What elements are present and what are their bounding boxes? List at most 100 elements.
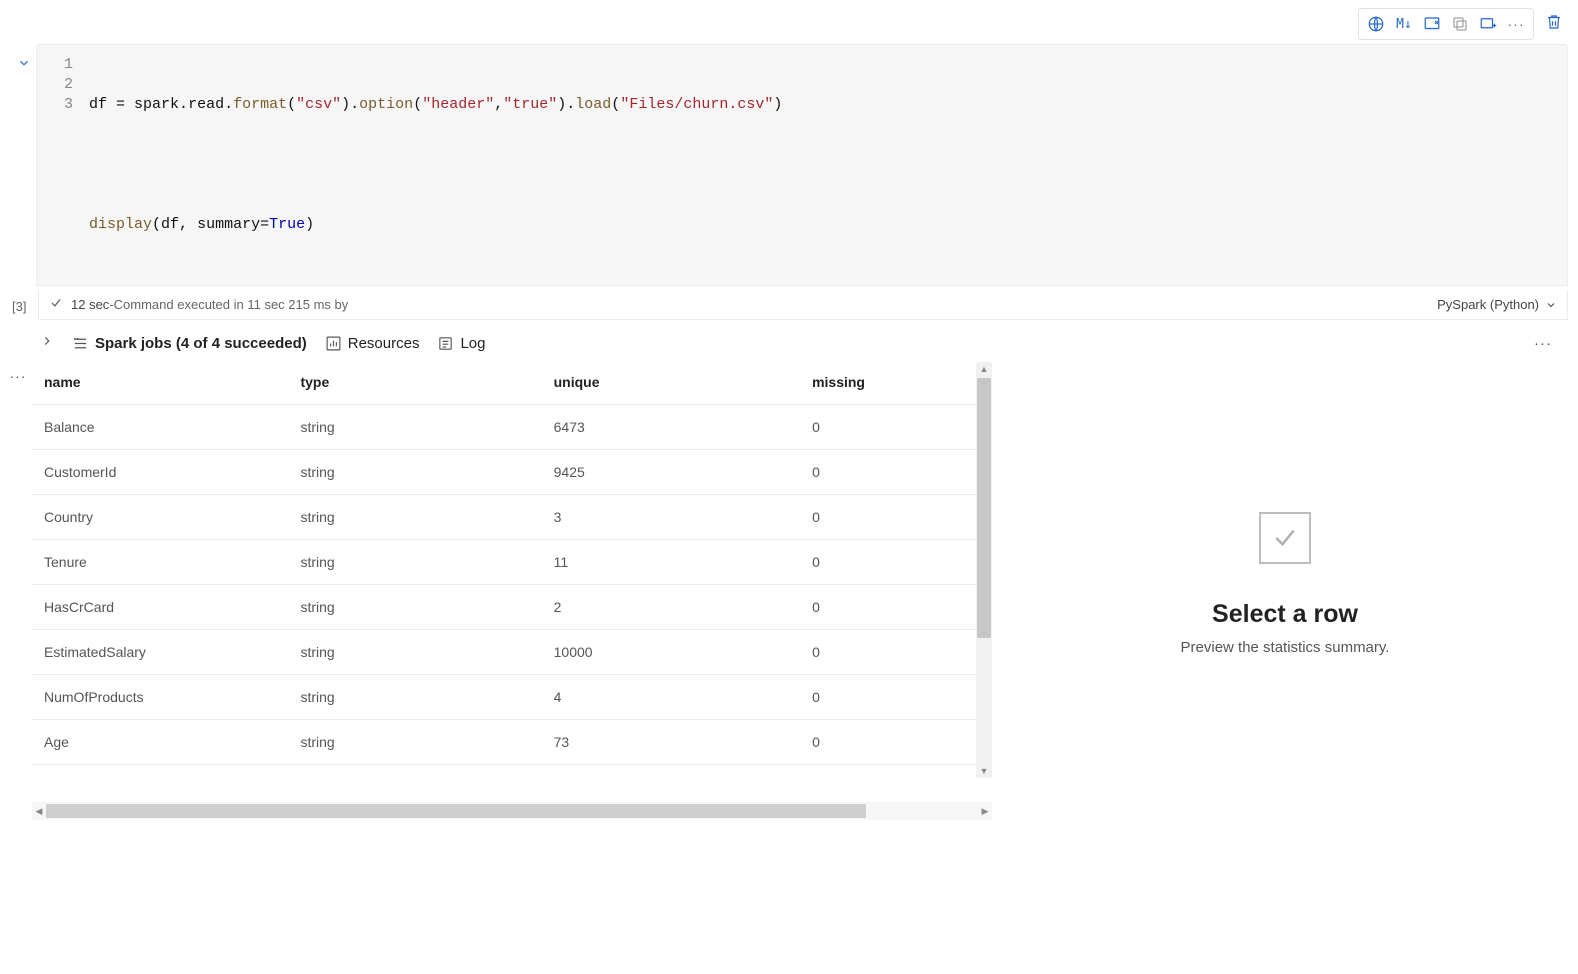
cell-unique: 10000 (544, 630, 802, 675)
table-row[interactable]: NumOfProductsstring40 (32, 675, 992, 720)
preview-subtitle: Preview the statistics summary. (1181, 639, 1390, 656)
cell-name: CustomerId (32, 450, 290, 495)
exec-message: Command executed in 11 sec 215 ms by (114, 297, 349, 312)
line-number: 2 (37, 75, 73, 95)
code-text: df = spark.read.format("csv").option("he… (89, 55, 1567, 275)
summary-table: name type unique missing Balancestring64… (32, 362, 992, 765)
cell-missing: 0 (802, 675, 992, 720)
horizontal-scrollbar[interactable]: ◀ ▶ (32, 802, 992, 820)
markdown-label: M↓ (1396, 17, 1412, 32)
table-row[interactable]: Agestring730 (32, 720, 992, 765)
success-check-icon (49, 296, 63, 313)
cell-unique: 2 (544, 585, 802, 630)
barchart-icon (325, 335, 342, 352)
convert-to-markdown-button[interactable]: M↓ (1393, 13, 1415, 35)
log-icon (437, 335, 454, 352)
cell-name: EstimatedSalary (32, 630, 290, 675)
horizontal-scroll-thumb[interactable] (46, 804, 866, 818)
cell-unique: 73 (544, 720, 802, 765)
more-actions-icon[interactable]: ··· (1505, 13, 1527, 35)
scroll-right-arrow-icon[interactable]: ▶ (978, 806, 992, 817)
language-label: PySpark (Python) (1437, 297, 1539, 312)
log-label: Log (460, 335, 485, 352)
cell-unique: 4 (544, 675, 802, 720)
preview-check-icon (1259, 512, 1311, 564)
cell-missing: 0 (802, 630, 992, 675)
vertical-scrollbar[interactable]: ▲ ▼ (976, 362, 992, 778)
col-header-unique[interactable]: unique (544, 362, 802, 405)
cell-missing: 0 (802, 405, 992, 450)
log-tab[interactable]: Log (437, 335, 485, 352)
cell-type: string (290, 630, 543, 675)
line-number: 3 (37, 95, 73, 115)
list-icon (72, 335, 89, 352)
table-row[interactable]: CustomerIdstring94250 (32, 450, 992, 495)
cell-header-area: M↓ ··· (0, 0, 1578, 40)
col-header-type[interactable]: type (290, 362, 543, 405)
line-number: 1 (37, 55, 73, 75)
cell-name: Balance (32, 405, 290, 450)
cell-type: string (290, 720, 543, 765)
resources-tab[interactable]: Resources (325, 335, 420, 352)
cell-unique: 9425 (544, 450, 802, 495)
cell-missing: 0 (802, 540, 992, 585)
summary-header-row: name type unique missing (32, 362, 992, 405)
cell-missing: 0 (802, 585, 992, 630)
col-header-name[interactable]: name (32, 362, 290, 405)
scroll-down-arrow-icon[interactable]: ▼ (976, 764, 992, 778)
cell-missing: 0 (802, 720, 992, 765)
table-row[interactable]: Countrystring30 (32, 495, 992, 540)
delete-cell-icon[interactable] (1540, 8, 1568, 36)
clear-output-icon[interactable] (1421, 13, 1443, 35)
table-row[interactable]: HasCrCardstring20 (32, 585, 992, 630)
summary-table-wrap: name type unique missing Balancestring64… (32, 362, 992, 820)
cell-name: Country (32, 495, 290, 540)
add-cell-icon[interactable] (1477, 13, 1499, 35)
output-options-icon[interactable]: ··· (4, 362, 32, 384)
status-bar: 12 sec - Command executed in 11 sec 215 … (38, 290, 1568, 320)
spark-jobs-tab[interactable]: Spark jobs (4 of 4 succeeded) (72, 335, 307, 352)
generate-code-icon[interactable] (1365, 13, 1387, 35)
line-number-gutter: 1 2 3 (37, 55, 89, 275)
preview-panel: Select a row Preview the statistics summ… (992, 362, 1578, 656)
cell-name: Tenure (32, 540, 290, 585)
cell-name: Age (32, 720, 290, 765)
cell-type: string (290, 675, 543, 720)
scroll-left-arrow-icon[interactable]: ◀ (32, 806, 46, 817)
output-header: Spark jobs (4 of 4 succeeded) Resources … (0, 320, 1578, 362)
cell-type: string (290, 450, 543, 495)
language-selector[interactable]: PySpark (Python) (1437, 297, 1557, 312)
cell-unique: 6473 (544, 405, 802, 450)
output-more-icon[interactable]: ··· (1534, 335, 1552, 352)
copy-cell-icon[interactable] (1449, 13, 1471, 35)
expand-output-icon[interactable] (40, 334, 54, 352)
cell-toolbar: M↓ ··· (1358, 8, 1534, 40)
cell-name: HasCrCard (32, 585, 290, 630)
code-editor[interactable]: 1 2 3 df = spark.read.format("csv").opti… (36, 44, 1568, 286)
col-header-missing[interactable]: missing (802, 362, 992, 405)
resources-label: Resources (348, 335, 420, 352)
exec-duration: 12 sec (71, 297, 109, 312)
cell-missing: 0 (802, 495, 992, 540)
preview-title: Select a row (1212, 600, 1358, 629)
spark-jobs-label: Spark jobs (4 of 4 succeeded) (95, 335, 307, 352)
execution-count: [3] (12, 297, 38, 314)
code-cell: 1 2 3 df = spark.read.format("csv").opti… (0, 44, 1578, 286)
cell-type: string (290, 585, 543, 630)
cell-type: string (290, 540, 543, 585)
collapse-cell-icon[interactable] (12, 44, 36, 70)
cell-name: NumOfProducts (32, 675, 290, 720)
table-row[interactable]: EstimatedSalarystring100000 (32, 630, 992, 675)
summary-table-scroll[interactable]: name type unique missing Balancestring64… (32, 362, 992, 802)
cell-unique: 11 (544, 540, 802, 585)
chevron-down-icon (1545, 299, 1557, 311)
table-row[interactable]: Balancestring64730 (32, 405, 992, 450)
vertical-scroll-thumb[interactable] (977, 378, 991, 638)
cell-type: string (290, 405, 543, 450)
execution-status-row: [3] 12 sec - Command executed in 11 sec … (0, 290, 1578, 320)
cell-type: string (290, 495, 543, 540)
scroll-up-arrow-icon[interactable]: ▲ (976, 362, 992, 376)
output-body: ··· name type unique missing Balancestri… (0, 362, 1578, 820)
cell-unique: 3 (544, 495, 802, 540)
table-row[interactable]: Tenurestring110 (32, 540, 992, 585)
